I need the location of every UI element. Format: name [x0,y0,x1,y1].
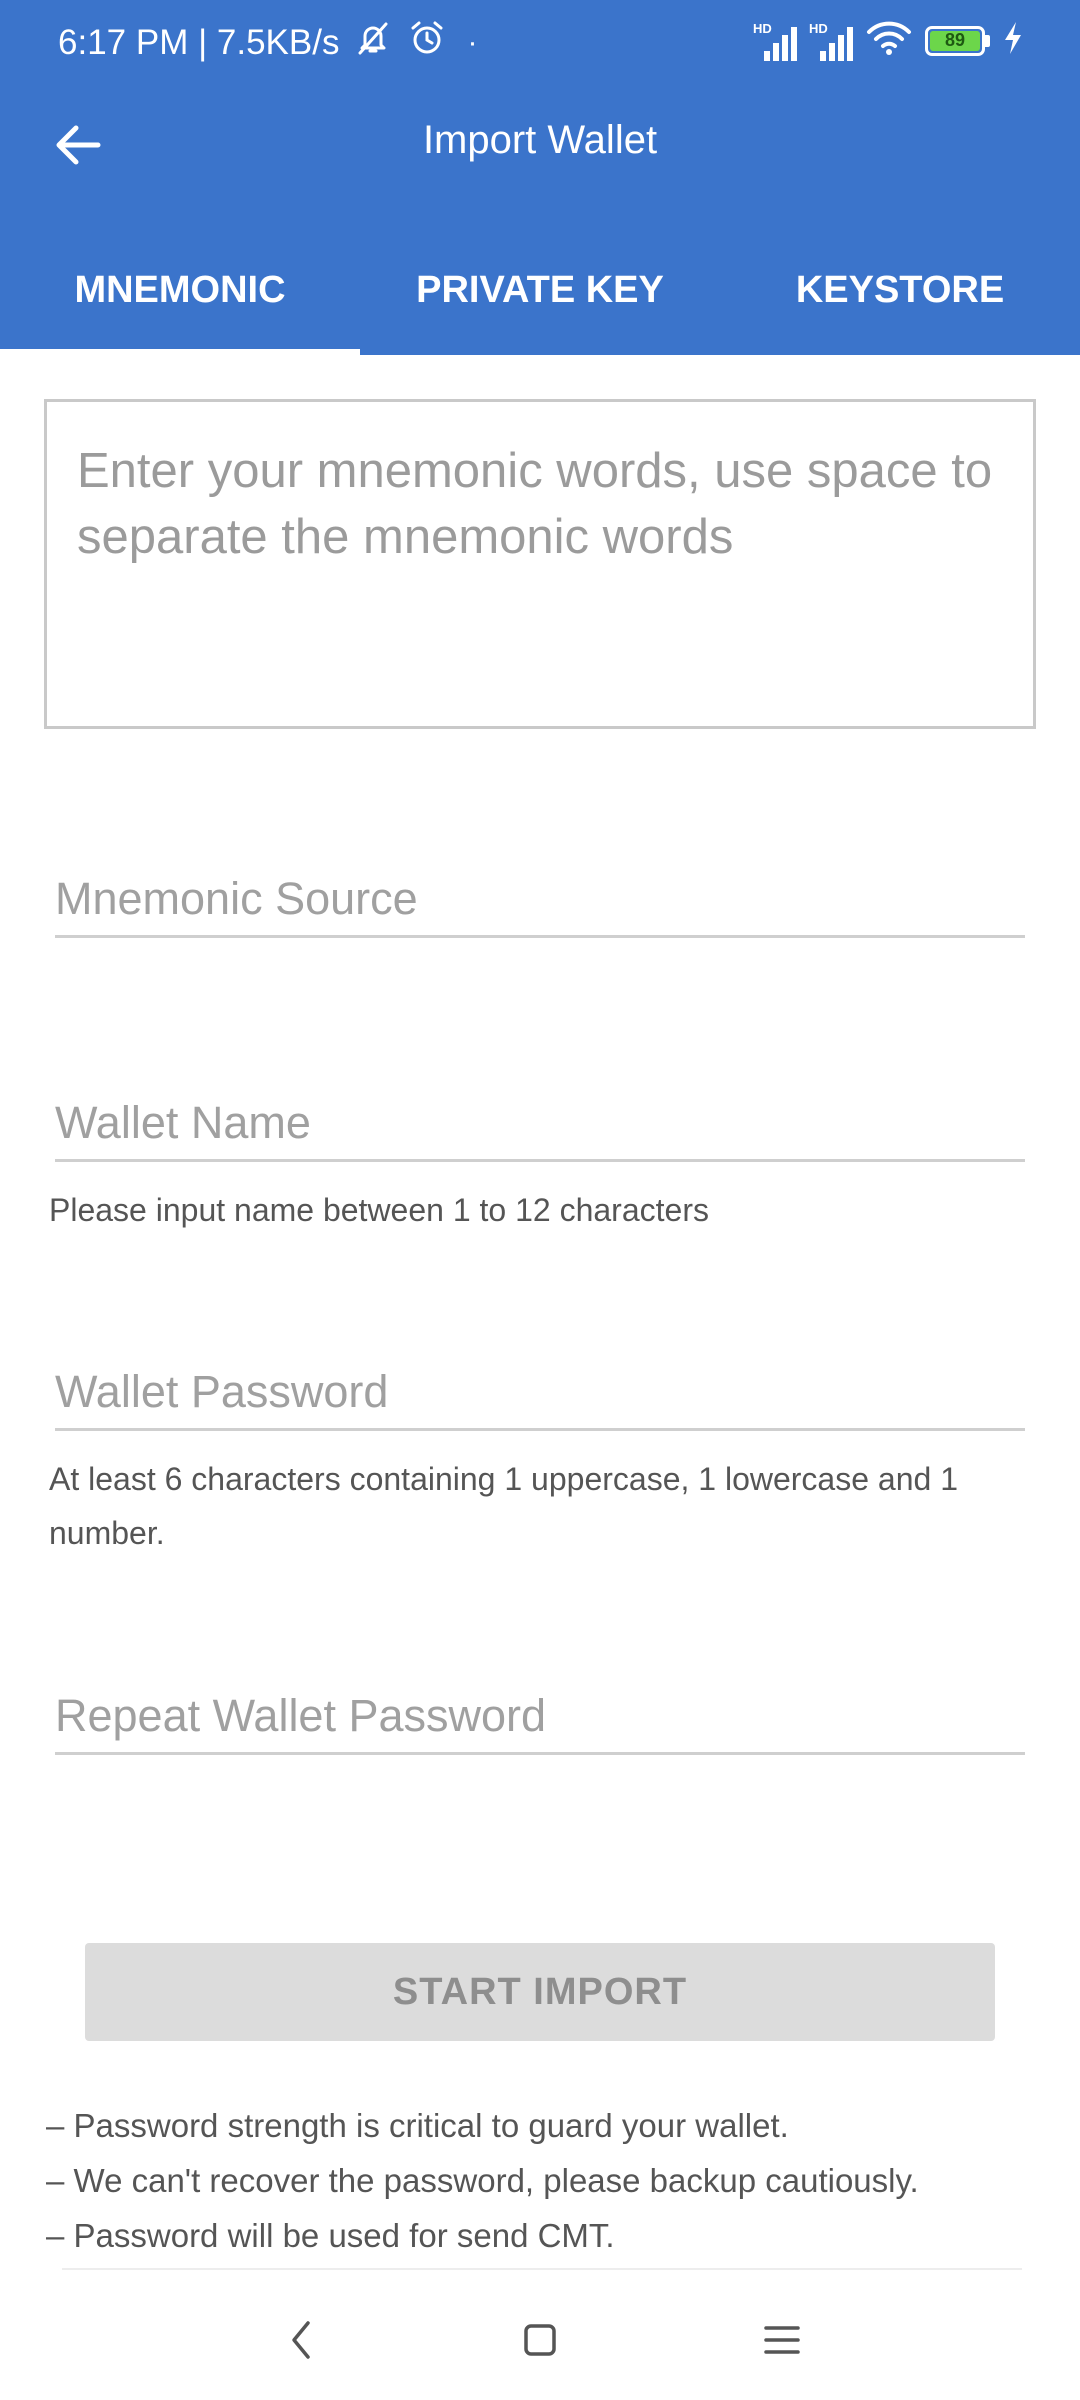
system-nav-bar [0,2280,1080,2400]
hd-label: HD [753,20,772,36]
mute-icon [353,18,393,67]
nav-back-icon[interactable] [262,2300,342,2380]
wifi-icon [865,18,913,63]
mnemonic-input[interactable]: Enter your mnemonic words, use space to … [44,399,1036,729]
signal-icon: HD [809,21,853,61]
wallet-password-hint: At least 6 characters containing 1 upper… [49,1461,958,1551]
charging-icon [1002,20,1024,61]
note-item: – We can't recover the password, please … [46,2162,919,2199]
mnemonic-source-placeholder: Mnemonic Source [55,873,418,924]
status-bar: 6:17 PM | 7.5KB/s · HD HD 89 [0,0,1080,84]
signal-icon: HD [753,21,797,61]
battery-icon: 89 [925,25,990,56]
tab-private-key[interactable]: PRIVATE KEY [360,250,720,355]
nav-home-icon[interactable] [500,2300,580,2380]
tab-bar: MNEMONIC PRIVATE KEY KEYSTORE [0,250,1080,355]
wallet-password-placeholder: Wallet Password [55,1366,389,1417]
nav-menu-icon[interactable] [742,2300,822,2380]
alarm-icon [407,18,447,67]
status-time-speed: 6:17 PM | 7.5KB/s [58,22,340,62]
start-import-button[interactable]: START IMPORT [85,1943,995,2041]
repeat-password-field[interactable]: Repeat Wallet Password [55,1690,1025,1755]
note-item: – Password will be used for send CMT. [46,2217,615,2254]
tab-mnemonic[interactable]: MNEMONIC [0,250,360,355]
page-title: Import Wallet [422,118,658,162]
wallet-name-hint: Please input name between 1 to 12 charac… [49,1192,709,1228]
password-notes: – Password strength is critical to guard… [46,2098,1046,2263]
status-left: 6:17 PM | 7.5KB/s · [58,18,477,67]
status-right: HD HD 89 [753,18,1024,63]
wallet-name-placeholder: Wallet Name [55,1097,311,1148]
wallet-password-field[interactable]: Wallet Password [55,1366,1025,1431]
note-item: – Password strength is critical to guard… [46,2107,789,2144]
tab-indicator [0,349,360,355]
mnemonic-placeholder: Enter your mnemonic words, use space to … [77,444,993,564]
battery-level: 89 [930,30,980,51]
mnemonic-source-field[interactable]: Mnemonic Source [55,873,1025,938]
status-dot: · [467,25,478,59]
divider [62,2268,1022,2270]
repeat-password-placeholder: Repeat Wallet Password [55,1690,547,1741]
wallet-name-field[interactable]: Wallet Name [55,1097,1025,1162]
tab-keystore[interactable]: KEYSTORE [720,250,1080,355]
hd-label: HD [809,20,828,36]
